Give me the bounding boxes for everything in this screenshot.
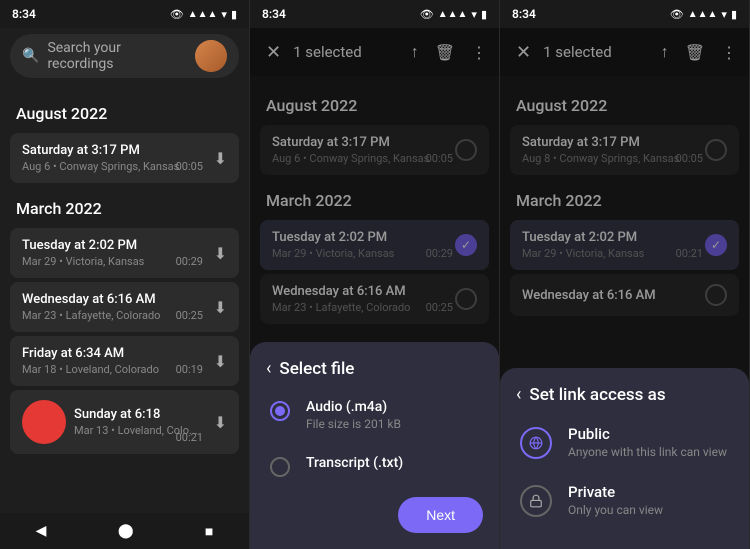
sheet-back-button[interactable]: ‹ [266, 358, 271, 379]
sheet-footer: Next [250, 489, 499, 549]
rec-title: Wednesday at 6:16 AM [22, 292, 206, 307]
panel-select-file: 8:34 👁 ▲▲▲ ▾ ▮ ✕ 1 selected ↑ 🗑 ⋮ August… [250, 0, 500, 549]
status-icons-2: 👁 ▲▲▲ ▾ ▮ [420, 8, 487, 21]
status-time-1: 8:34 [12, 7, 36, 21]
recording-dot [22, 400, 66, 444]
audio-option[interactable]: Audio (.m4a) File size is 201 kB [250, 387, 499, 443]
lock-icon [520, 485, 552, 517]
select-file-sheet: ‹ Select file Audio (.m4a) File size is … [250, 342, 499, 549]
download-icon[interactable]: ⬇ [214, 298, 227, 317]
wifi-icon: ▾ [471, 8, 477, 21]
month-august-2022: August 2022 [0, 92, 249, 129]
panel-set-access: 8:34 👁 ▲▲▲ ▾ ▮ ✕ 1 selected ↑ 🗑 ⋮ August… [500, 0, 750, 549]
search-placeholder: Search your recordings [47, 40, 187, 72]
panel-recordings: 8:34 👁 ▲▲▲ ▾ ▮ 🔍 Search your recordings … [0, 0, 250, 549]
sheet-header: ‹ Select file [250, 342, 499, 387]
wifi-icon: ▾ [721, 8, 727, 21]
option-text-transcript: Transcript (.txt) [306, 455, 403, 471]
rec-duration: 00:19 [176, 363, 203, 376]
avatar[interactable] [195, 40, 227, 72]
option-label: Audio (.m4a) [306, 399, 401, 415]
recording-item[interactable]: Wednesday at 6:16 AM Mar 23 • Lafayette,… [10, 282, 239, 332]
eye-icon: 👁 [670, 8, 684, 21]
back-nav-icon[interactable]: ◀ [36, 523, 47, 539]
battery-icon: ▮ [231, 8, 237, 21]
search-bar[interactable]: 🔍 Search your recordings [10, 34, 239, 78]
rec-duration: 00:25 [176, 309, 203, 322]
status-time-3: 8:34 [512, 7, 536, 21]
month-march-2022: March 2022 [0, 187, 249, 224]
radio-transcript[interactable] [270, 457, 290, 477]
status-bar-3: 8:34 👁 ▲▲▲ ▾ ▮ [500, 0, 749, 28]
avatar-image [195, 40, 227, 72]
radio-audio[interactable] [270, 401, 290, 421]
globe-icon [520, 427, 552, 459]
transcript-option[interactable]: Transcript (.txt) [250, 443, 499, 489]
set-access-sheet: ‹ Set link access as Public Anyone with … [500, 368, 749, 549]
access-label: Private [568, 483, 663, 501]
status-bar-1: 8:34 👁 ▲▲▲ ▾ ▮ [0, 0, 249, 28]
status-icons-3: 👁 ▲▲▲ ▾ ▮ [670, 8, 737, 21]
recording-item[interactable]: Saturday at 3:17 PM Aug 6 • Conway Sprin… [10, 133, 239, 183]
option-label: Transcript (.txt) [306, 455, 403, 471]
recording-item-active[interactable]: Sunday at 6:18 Mar 13 • Loveland, Colo..… [10, 390, 239, 454]
option-text-audio: Audio (.m4a) File size is 201 kB [306, 399, 401, 431]
status-time-2: 8:34 [262, 7, 286, 21]
eye-icon: 👁 [170, 8, 184, 21]
access-sub: Only you can view [568, 503, 663, 517]
rec-duration: 00:05 [176, 160, 203, 173]
home-nav-icon[interactable]: ⬤ [118, 523, 134, 539]
sheet-title: Select file [279, 359, 354, 379]
status-bar-2: 8:34 👁 ▲▲▲ ▾ ▮ [250, 0, 499, 28]
rec-duration: 00:29 [176, 255, 203, 268]
download-icon[interactable]: ⬇ [214, 244, 227, 263]
search-icon: 🔍 [22, 48, 39, 64]
access-text-private: Private Only you can view [568, 483, 663, 517]
recording-item[interactable]: Tuesday at 2:02 PM Mar 29 • Victoria, Ka… [10, 228, 239, 278]
download-icon[interactable]: ⬇ [214, 149, 227, 168]
signal-icon: ▲▲▲ [688, 9, 718, 20]
next-button[interactable]: Next [398, 497, 483, 533]
sheet-header-3: ‹ Set link access as [500, 368, 749, 413]
option-sub: File size is 201 kB [306, 417, 401, 431]
signal-icon: ▲▲▲ [188, 9, 218, 20]
access-sub: Anyone with this link can view [568, 445, 727, 459]
private-access-option[interactable]: Private Only you can view [500, 471, 749, 529]
signal-icon: ▲▲▲ [438, 9, 468, 20]
eye-icon: 👁 [420, 8, 434, 21]
battery-icon: ▮ [481, 8, 487, 21]
rec-title: Saturday at 3:17 PM [22, 143, 206, 158]
access-text-public: Public Anyone with this link can view [568, 425, 727, 459]
access-label: Public [568, 425, 727, 443]
recent-nav-icon[interactable]: ■ [205, 523, 213, 540]
download-icon[interactable]: ⬇ [214, 352, 227, 371]
rec-duration: 00:21 [176, 431, 203, 444]
rec-title: Friday at 6:34 AM [22, 346, 206, 361]
sheet-back-button-3[interactable]: ‹ [516, 384, 521, 405]
recordings-list: August 2022 Saturday at 3:17 PM Aug 6 • … [0, 84, 249, 513]
rec-title: Sunday at 6:18 [74, 407, 206, 422]
battery-icon: ▮ [731, 8, 737, 21]
public-access-option[interactable]: Public Anyone with this link can view [500, 413, 749, 471]
nav-bar-1: ◀ ⬤ ■ [0, 513, 249, 549]
recording-item[interactable]: Friday at 6:34 AM Mar 18 • Loveland, Col… [10, 336, 239, 386]
download-icon[interactable]: ⬇ [214, 413, 227, 432]
wifi-icon: ▾ [221, 8, 227, 21]
status-icons-1: 👁 ▲▲▲ ▾ ▮ [170, 8, 237, 21]
rec-title: Tuesday at 2:02 PM [22, 238, 206, 253]
sheet-title-3: Set link access as [529, 385, 665, 405]
